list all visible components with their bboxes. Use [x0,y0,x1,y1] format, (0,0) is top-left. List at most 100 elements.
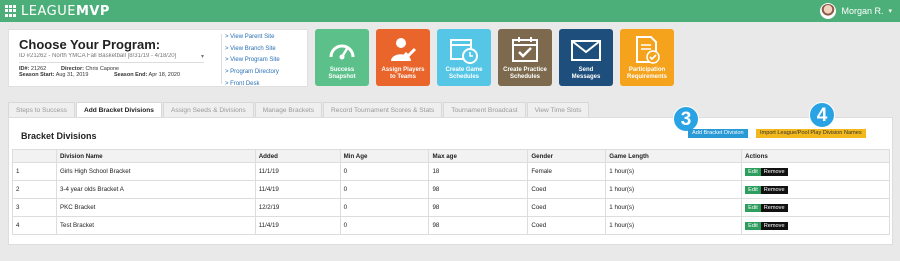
program-select-value: ID #21262 - North YMCA Fall Basketball [… [19,53,177,59]
link-program-directory[interactable]: > Program Directory [225,67,280,79]
min-age: 0 [339,180,430,199]
tile-label: Participation Requirements [626,67,667,80]
date-added: 12/2/19 [254,198,341,217]
tile-create-game-schedules[interactable]: Create Game Schedules [437,29,491,86]
tile-participation-requirements[interactable]: Participation Requirements [620,29,674,86]
division-name: Girls High School Bracket [55,162,256,181]
remove-button[interactable]: Remove [760,185,788,194]
date-added: 11/4/19 [254,216,341,235]
tile-label: Send Messages [571,67,601,80]
max-age: 98 [428,180,529,199]
column-header-min-age[interactable]: Min Age [339,149,430,163]
tab-steps-to-success[interactable]: Steps to Success [8,102,75,118]
game-length: 1 hour(s) [605,198,743,217]
column-header-index [12,149,57,163]
add-bracket-division-button[interactable]: Add Bracket Division [688,129,748,138]
link-view-branch-site[interactable]: > View Branch Site [225,44,280,56]
min-age: 0 [339,216,430,235]
gender: Coed [527,180,607,199]
calendar-check-icon [512,37,538,62]
date-added: 11/4/19 [254,180,341,199]
max-age: 98 [428,198,529,217]
tile-label: Create Practice Schedules [503,67,547,80]
link-front-desk[interactable]: > Front Desk [225,79,280,91]
row-actions: Edit Remove [741,198,890,217]
select-arrow-icon: ▾ [200,54,204,60]
envelope-icon [571,40,601,61]
edit-button[interactable]: Edit [745,203,761,212]
program-select[interactable]: ID #21262 - North YMCA Fall Basketball [… [19,53,204,63]
top-bar: LEAGUEMVP Morgan R. ▾ [0,0,900,22]
program-card: Choose Your Program: ID #21262 - North Y… [8,29,308,87]
divider [221,34,222,84]
tile-send-messages[interactable]: Send Messages [559,29,613,86]
program-links: > View Parent Site > View Branch Site > … [225,32,280,91]
gauge-icon [329,44,355,60]
row-actions: Edit Remove [741,216,890,235]
tab-manage-brackets[interactable]: Manage Brackets [254,102,323,118]
tile-label: Create Game Schedules [445,67,483,80]
column-header-game-length[interactable]: Game Length [605,149,743,163]
tab-record-tournament-scores[interactable]: Record Tournament Scores & Stats [323,102,443,118]
row-index: 3 [12,198,57,217]
tab-assign-seeds-divisions[interactable]: Assign Seeds & Divisions [162,102,254,118]
chevron-down-icon: ▾ [888,8,892,15]
column-header-division-name[interactable]: Division Name [55,149,256,163]
column-header-added[interactable]: Added [254,149,341,163]
column-header-max-age[interactable]: Max age [428,149,529,163]
edit-button[interactable]: Edit [745,167,761,176]
document-check-icon [636,36,660,64]
step-4-badge: 4 [809,102,835,128]
remove-button[interactable]: Remove [760,167,788,176]
row-index: 4 [12,216,57,235]
tab-add-bracket-divisions[interactable]: Add Bracket Divisions [75,102,162,118]
edit-button[interactable]: Edit [745,221,761,230]
date-added: 11/1/19 [254,162,341,181]
column-header-gender[interactable]: Gender [527,149,607,163]
division-name: PKC Bracket [55,198,256,217]
row-index: 2 [12,180,57,199]
table-row: 2 3-4 year olds Bracket A 11/4/19 0 98 C… [12,180,890,199]
division-name: 3-4 year olds Bracket A [55,180,256,199]
gender: Coed [527,198,607,217]
link-view-parent-site[interactable]: > View Parent Site [225,32,280,44]
program-title: Choose Your Program: [19,37,161,52]
link-view-program-site[interactable]: > View Program Site [225,55,280,67]
division-name: Test Bracket [55,216,256,235]
max-age: 18 [428,162,529,181]
avatar [820,3,837,19]
column-header-actions: Actions [741,149,890,163]
app-grid-icon[interactable] [5,5,17,17]
game-length: 1 hour(s) [605,216,743,235]
user-name: Morgan R. [841,6,884,16]
tab-view-time-slots[interactable]: View Time Slots [526,102,590,118]
table-header-row: Division Name Added Min Age Max age Gend… [12,149,890,163]
table-row: 1 Girls High School Bracket 11/1/19 0 18… [12,162,890,181]
person-check-icon [391,38,417,61]
game-length: 1 hour(s) [605,162,743,181]
leaguemvp-logo[interactable]: LEAGUEMVP [21,4,110,19]
max-age: 98 [428,216,529,235]
calendar-clock-icon [450,39,478,64]
remove-button[interactable]: Remove [760,221,788,230]
min-age: 0 [339,198,430,217]
tile-create-practice-schedules[interactable]: Create Practice Schedules [498,29,552,86]
tile-success-snapshot[interactable]: Success Snapshot [315,29,369,86]
gender: Coed [527,216,607,235]
bracket-divisions-panel: Bracket Divisions 3 4 Add Bracket Divisi… [8,102,893,245]
tile-assign-players[interactable]: Assign Players to Teams [376,29,430,86]
row-index: 1 [12,162,57,181]
table-row: 4 Test Bracket 11/4/19 0 98 Coed 1 hour(… [12,216,890,235]
remove-button[interactable]: Remove [760,203,788,212]
user-menu[interactable]: Morgan R. ▾ [820,3,892,19]
table-row: 3 PKC Bracket 12/2/19 0 98 Coed 1 hour(s… [12,198,890,217]
tile-label: Success Snapshot [328,67,356,80]
edit-button[interactable]: Edit [745,185,761,194]
game-length: 1 hour(s) [605,180,743,199]
import-division-names-button[interactable]: Import League/Pool Play Division Names [756,129,866,138]
tab-tournament-broadcast[interactable]: Tournament Broadcast [443,102,526,118]
tab-bar: Steps to Success Add Bracket Divisions A… [8,102,590,118]
season-start-line: Season Start: Aug 31, 2019 [19,72,89,78]
row-actions: Edit Remove [741,180,890,199]
min-age: 0 [339,162,430,181]
